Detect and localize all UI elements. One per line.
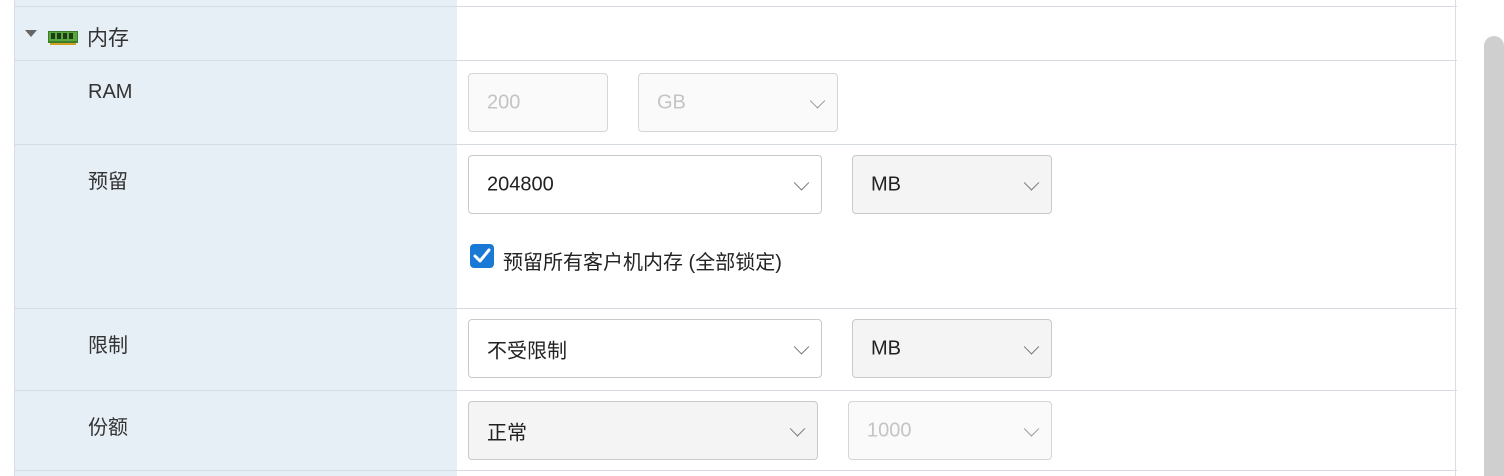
chevron-down-icon (1023, 338, 1040, 355)
limit-value-text: 不受限制 (487, 340, 567, 362)
chevron-down-icon (793, 174, 810, 191)
ram-unit-text: GB (657, 91, 686, 113)
shares-level-select[interactable]: 正常 (468, 401, 818, 460)
shares-level-text: 正常 (487, 422, 527, 444)
chevron-down-icon (809, 92, 826, 109)
checkmark-icon (473, 248, 491, 263)
reserve-all-checkbox[interactable] (470, 244, 494, 268)
limit-value-combobox[interactable]: 不受限制 (468, 319, 822, 378)
ram-value-input[interactable]: 200 (468, 73, 608, 132)
shares-amount-text: 1000 (867, 419, 912, 441)
shares-amount-combobox[interactable]: 1000 (848, 401, 1052, 460)
ram-label: RAM (88, 81, 133, 103)
vertical-scrollbar[interactable] (1484, 36, 1504, 476)
limit-label: 限制 (88, 335, 128, 357)
reservation-label: 预留 (88, 171, 128, 193)
next-row (15, 470, 1457, 476)
chevron-down-icon (789, 420, 806, 437)
reservation-unit-text: MB (871, 173, 901, 195)
limit-unit-text: MB (871, 337, 901, 359)
reservation-unit-select[interactable]: MB (852, 155, 1052, 214)
ram-icon (48, 31, 78, 45)
triangle-down-icon[interactable] (25, 30, 37, 37)
ram-value-text: 200 (487, 91, 521, 113)
chevron-down-icon (793, 338, 810, 355)
shares-label: 份额 (88, 417, 128, 439)
chevron-down-icon (1023, 420, 1040, 437)
reservation-value-combobox[interactable]: 204800 (468, 155, 822, 214)
limit-unit-select[interactable]: MB (852, 319, 1052, 378)
reservation-value-text: 204800 (487, 173, 554, 195)
reserve-all-label[interactable]: 预留所有客户机内存 (全部锁定) (503, 246, 782, 275)
chevron-down-icon (1023, 174, 1040, 191)
memory-section-title: 内存 (87, 27, 129, 50)
ram-unit-select[interactable]: GB (638, 73, 838, 132)
memory-section-header[interactable]: 内存 (15, 6, 1457, 60)
